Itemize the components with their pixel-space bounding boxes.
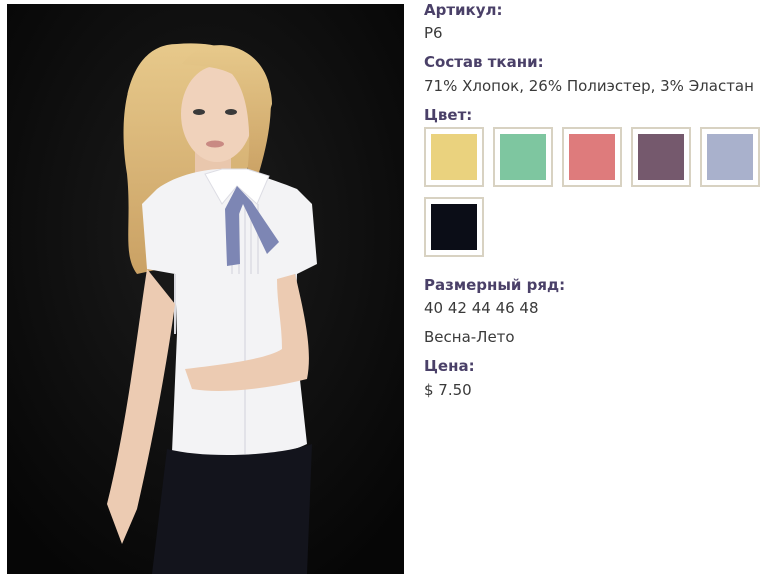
color-swatch-yellow[interactable]	[424, 127, 484, 187]
fabric-label: Состав ткани:	[424, 53, 544, 71]
color-swatch-mint[interactable]	[493, 127, 553, 187]
price-label: Цена:	[424, 357, 475, 375]
sizes-value: 40 42 44 46 48	[424, 299, 539, 317]
color-swatch-fill	[569, 134, 615, 180]
fabric-value: 71% Хлопок, 26% Полиэстер, 3% Эластан	[424, 77, 754, 95]
color-swatch-fill	[638, 134, 684, 180]
season-value: Весна-Лето	[424, 328, 515, 346]
product-photo	[7, 4, 404, 574]
color-swatch-fill	[500, 134, 546, 180]
price-value: $ 7.50	[424, 381, 472, 399]
color-label: Цвет:	[424, 106, 473, 124]
color-swatch-fill	[431, 204, 477, 250]
color-swatch-plum[interactable]	[631, 127, 691, 187]
model-illustration	[7, 4, 404, 574]
color-swatch-light-blue-gray[interactable]	[700, 127, 760, 187]
color-swatch-black[interactable]	[424, 197, 484, 257]
article-label: Артикул:	[424, 1, 503, 19]
sizes-label: Размерный ряд:	[424, 276, 566, 294]
article-value: P6	[424, 24, 443, 42]
color-swatch-fill	[431, 134, 477, 180]
color-swatch-fill	[707, 134, 753, 180]
color-swatch-coral[interactable]	[562, 127, 622, 187]
